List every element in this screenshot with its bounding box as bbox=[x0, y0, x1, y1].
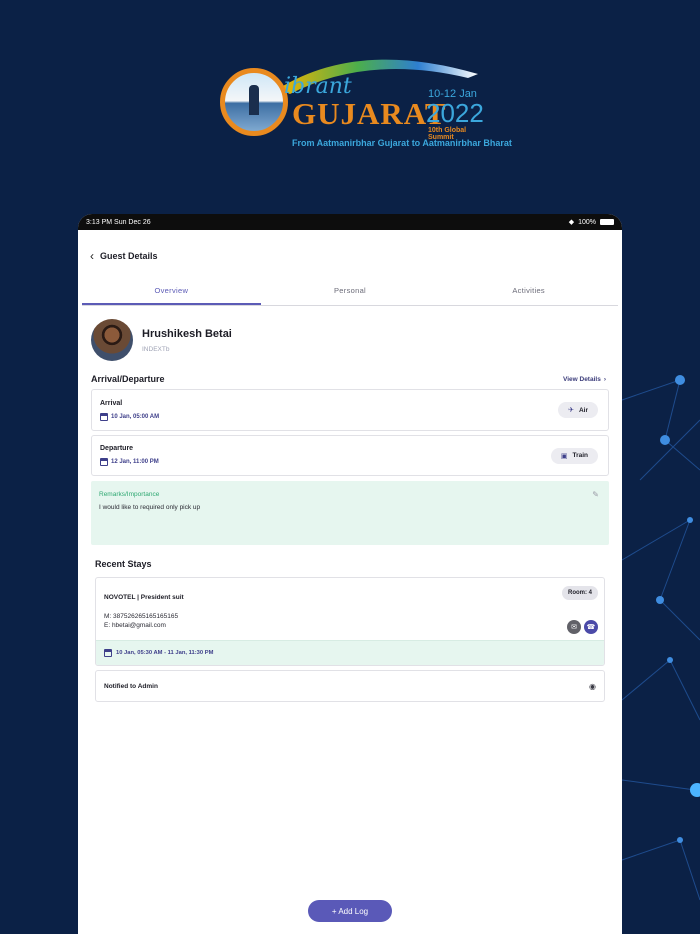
status-bar: 3:13 PM Sun Dec 26 ◆ 100% bbox=[78, 214, 622, 230]
arrival-departure-header: Arrival/Departure View Details › bbox=[78, 374, 622, 384]
wifi-icon: ◆ bbox=[568, 219, 575, 226]
plane-icon: ✈ bbox=[568, 407, 574, 414]
calendar-icon bbox=[100, 412, 108, 421]
contact-actions: ✉ ☎ bbox=[567, 620, 598, 634]
arrival-departure-title: Arrival/Departure bbox=[91, 374, 165, 384]
departure-label: Departure bbox=[100, 445, 134, 452]
logo-medallion bbox=[220, 68, 288, 136]
guest-details-screen: ‹ Guest Details Overview Personal Activi… bbox=[78, 230, 622, 934]
stay-range-text: 10 Jan, 05:30 AM - 11 Jan, 11:30 PM bbox=[116, 650, 214, 656]
arrival-card: Arrival 10 Jan, 05:00 AM ✈ Air bbox=[91, 389, 609, 431]
stay-date-range: 10 Jan, 05:30 AM - 11 Jan, 11:30 PM bbox=[96, 640, 604, 665]
guest-name: Hrushikesh Betai bbox=[142, 327, 232, 340]
battery-icon bbox=[600, 219, 614, 225]
train-icon: ▣ bbox=[560, 452, 568, 460]
arrival-date-text: 10 Jan, 05:00 AM bbox=[111, 413, 160, 420]
arrival-label: Arrival bbox=[100, 399, 123, 407]
guest-org: INDEXTb bbox=[142, 345, 170, 353]
tab-activities[interactable]: Activities bbox=[439, 280, 618, 305]
status-time-date: 3:13 PM Sun Dec 26 bbox=[86, 219, 151, 226]
tab-overview[interactable]: Overview bbox=[82, 280, 261, 305]
logo-year: 2022 bbox=[426, 98, 484, 128]
arrival-mode: Air bbox=[578, 406, 588, 414]
remarks-box: Remarks/Importance I would like to requi… bbox=[91, 481, 609, 545]
stay-contact: M: 387526265165165165 E: hbetai@gmail.co… bbox=[104, 612, 598, 631]
arrival-date: 10 Jan, 05:00 AM bbox=[100, 412, 160, 421]
remarks-text: I would like to required only pick up bbox=[99, 504, 201, 511]
guest-profile: Hrushikesh Betai INDEXTb bbox=[78, 310, 622, 362]
stay-email: E: hbetai@gmail.com bbox=[104, 622, 166, 630]
back-chevron-icon[interactable]: ‹ bbox=[90, 249, 94, 263]
view-details-label: View Details bbox=[563, 375, 601, 383]
logo-gujarat-text: GUJARAT bbox=[292, 96, 447, 131]
battery-percent: 100% bbox=[578, 218, 596, 226]
arrival-mode-pill: ✈ Air bbox=[558, 402, 598, 418]
mail-icon[interactable]: ✉ bbox=[567, 620, 581, 634]
status-time: 3:13 PM bbox=[86, 218, 113, 226]
add-log-button[interactable]: + Add Log bbox=[308, 900, 392, 922]
stay-hotel: NOVOTEL | President suit bbox=[104, 594, 184, 601]
vibrant-gujarat-logo: ibrant GUJARAT 10-12 Jan 2022 10th Globa… bbox=[220, 44, 512, 154]
guest-info: Hrushikesh Betai INDEXTb bbox=[142, 328, 232, 353]
phone-icon[interactable]: ☎ bbox=[584, 620, 598, 634]
eye-icon[interactable]: ◉ bbox=[589, 682, 596, 691]
chevron-right-icon: › bbox=[603, 375, 606, 383]
calendar-icon bbox=[100, 458, 108, 466]
stay-mobile: M: 387526265165165165 bbox=[104, 613, 179, 620]
departure-mode: Train bbox=[572, 452, 588, 459]
status-date: Sun Dec 26 bbox=[114, 218, 151, 226]
edit-pencil-icon[interactable]: ✎ bbox=[592, 490, 599, 499]
tab-personal[interactable]: Personal bbox=[261, 280, 440, 305]
room-badge: Room: 4 bbox=[562, 586, 598, 600]
avatar bbox=[91, 319, 133, 361]
departure-card: Departure 12 Jan, 11:00 PM ▣ Train bbox=[91, 435, 609, 476]
tab-bar: Overview Personal Activities bbox=[82, 280, 618, 306]
departure-date-text: 12 Jan, 11:00 PM bbox=[111, 459, 159, 465]
remarks-label: Remarks/Importance bbox=[99, 491, 160, 498]
logo-tagline: From Aatmanirbhar Gujarat to Aatmanirbha… bbox=[292, 138, 512, 148]
stay-details: NOVOTEL | President suit Room: 4 M: 3875… bbox=[96, 578, 604, 640]
departure-mode-pill: ▣ Train bbox=[550, 447, 598, 464]
calendar-icon bbox=[104, 649, 112, 657]
notified-card: Notified to Admin ◉ bbox=[95, 670, 605, 702]
departure-date: 12 Jan, 11:00 PM bbox=[100, 458, 159, 466]
tablet-frame: 3:13 PM Sun Dec 26 ◆ 100% ‹ Guest Detail… bbox=[78, 214, 622, 934]
header: ‹ Guest Details bbox=[78, 230, 622, 268]
notified-label: Notified to Admin bbox=[104, 682, 158, 690]
page-title: Guest Details bbox=[100, 251, 158, 261]
stay-card: NOVOTEL | President suit Room: 4 M: 3875… bbox=[95, 577, 605, 666]
recent-stays-title: Recent Stays bbox=[95, 559, 152, 569]
view-details-link[interactable]: View Details › bbox=[563, 376, 606, 383]
status-right: ◆ 100% bbox=[569, 218, 614, 226]
